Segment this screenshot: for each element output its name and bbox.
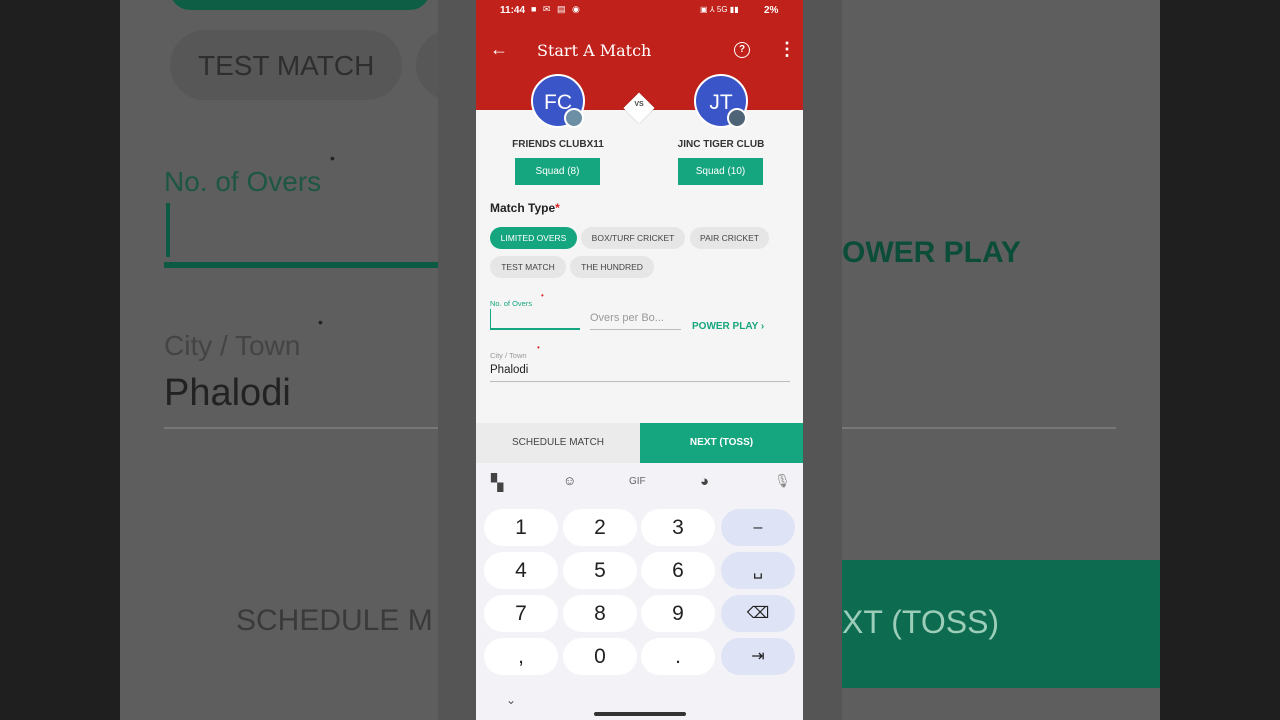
status-time: 11:44 xyxy=(500,5,526,16)
match-type-heading: Match Type* xyxy=(490,201,560,215)
city-input[interactable]: Phalodi xyxy=(490,364,528,376)
key-1[interactable]: 1 xyxy=(484,509,558,546)
back-arrow-icon[interactable]: ← xyxy=(490,39,508,60)
phone-screen: 11:44 ■ ✉ ▤ ◉ ▣ ⅄ 5G ▮▮ 2% ← Start A Mat… xyxy=(476,0,803,720)
notification-icons: ■ ✉ ▤ ◉ xyxy=(531,4,582,14)
numeric-keyboard: ▚ ☺ GIF ◕ 🎙 1 2 3 – 4 5 6 ␣ 7 8 9 ⌫ , 0 … xyxy=(476,463,803,720)
chip-the-hundred[interactable]: THE HUNDRED xyxy=(570,256,654,278)
battery-level: 2% xyxy=(764,5,779,16)
key-space[interactable]: ␣ xyxy=(721,552,795,589)
key-7[interactable]: 7 xyxy=(484,595,558,632)
vs-label: VS xyxy=(634,101,644,108)
bg-next: XT (TOSS) xyxy=(842,604,1000,640)
bg-test-match: TEST MATCH xyxy=(198,50,375,81)
page-title: Start A Match xyxy=(537,41,652,60)
team-b-badge-icon xyxy=(727,108,747,128)
bg-city-value: Phalodi xyxy=(164,372,291,414)
help-icon[interactable]: ? xyxy=(734,42,750,58)
key-6[interactable]: 6 xyxy=(641,552,715,589)
team-a-badge-icon xyxy=(564,108,584,128)
gif-button[interactable]: GIF xyxy=(629,476,646,487)
overs-cursor xyxy=(490,309,491,328)
mic-icon[interactable]: 🎙 xyxy=(774,473,791,489)
key-minus[interactable]: – xyxy=(721,509,795,546)
key-4[interactable]: 4 xyxy=(484,552,558,589)
palette-icon[interactable]: ◕ xyxy=(700,473,709,490)
team-a-squad-button[interactable]: Squad (8) xyxy=(515,158,600,185)
power-play-link[interactable]: POWER PLAY › xyxy=(692,321,764,332)
key-dot[interactable]: . xyxy=(641,638,715,675)
chip-box-turf-cricket[interactable]: BOX/TURF CRICKET xyxy=(581,227,685,249)
chip-limited-overs[interactable]: LIMITED OVERS xyxy=(490,227,577,249)
chip-test-match[interactable]: TEST MATCH xyxy=(490,256,566,278)
key-3[interactable]: 3 xyxy=(641,509,715,546)
next-toss-button[interactable]: NEXT (TOSS) xyxy=(640,423,803,463)
bg-schedule: SCHEDULE M xyxy=(236,604,433,637)
overs-input[interactable] xyxy=(490,328,580,330)
bg-power-play: OWER PLAY xyxy=(842,236,1021,269)
signal-icons: ▣ ⅄ 5G ▮▮ xyxy=(700,5,739,14)
key-2[interactable]: 2 xyxy=(563,509,637,546)
team-b-squad-button[interactable]: Squad (10) xyxy=(678,158,763,185)
key-8[interactable]: 8 xyxy=(563,595,637,632)
team-b-name: JINC TIGER CLUB xyxy=(677,139,765,150)
chip-pair-cricket[interactable]: PAIR CRICKET xyxy=(690,227,769,249)
team-a-name: FRIENDS CLUBX11 xyxy=(512,139,604,150)
bg-city-label: City / Town xyxy=(164,330,301,361)
key-0[interactable]: 0 xyxy=(563,638,637,675)
schedule-match-button[interactable]: SCHEDULE MATCH xyxy=(476,423,640,463)
chevron-down-icon[interactable]: ⌄ xyxy=(506,693,516,707)
status-bar: 11:44 ■ ✉ ▤ ◉ ▣ ⅄ 5G ▮▮ 2% xyxy=(476,4,803,19)
tab-key[interactable]: ⇥ xyxy=(721,638,795,675)
home-indicator[interactable] xyxy=(594,712,686,716)
key-5[interactable]: 5 xyxy=(563,552,637,589)
city-label: City / Town xyxy=(490,351,527,360)
overs-per-bowler-input[interactable]: Overs per Bo... xyxy=(590,312,664,324)
backspace-key[interactable]: ⌫ xyxy=(721,595,795,632)
apps-icon[interactable]: ▚ xyxy=(491,473,503,493)
more-options-icon[interactable]: ⋮ xyxy=(778,40,796,58)
overs-label: No. of Overs xyxy=(490,299,533,308)
key-comma[interactable]: , xyxy=(484,638,558,675)
bg-overs-label: No. of Overs xyxy=(164,166,322,197)
chevron-right-icon: › xyxy=(760,321,765,332)
key-9[interactable]: 9 xyxy=(641,595,715,632)
sticker-icon[interactable]: ☺ xyxy=(563,473,576,488)
